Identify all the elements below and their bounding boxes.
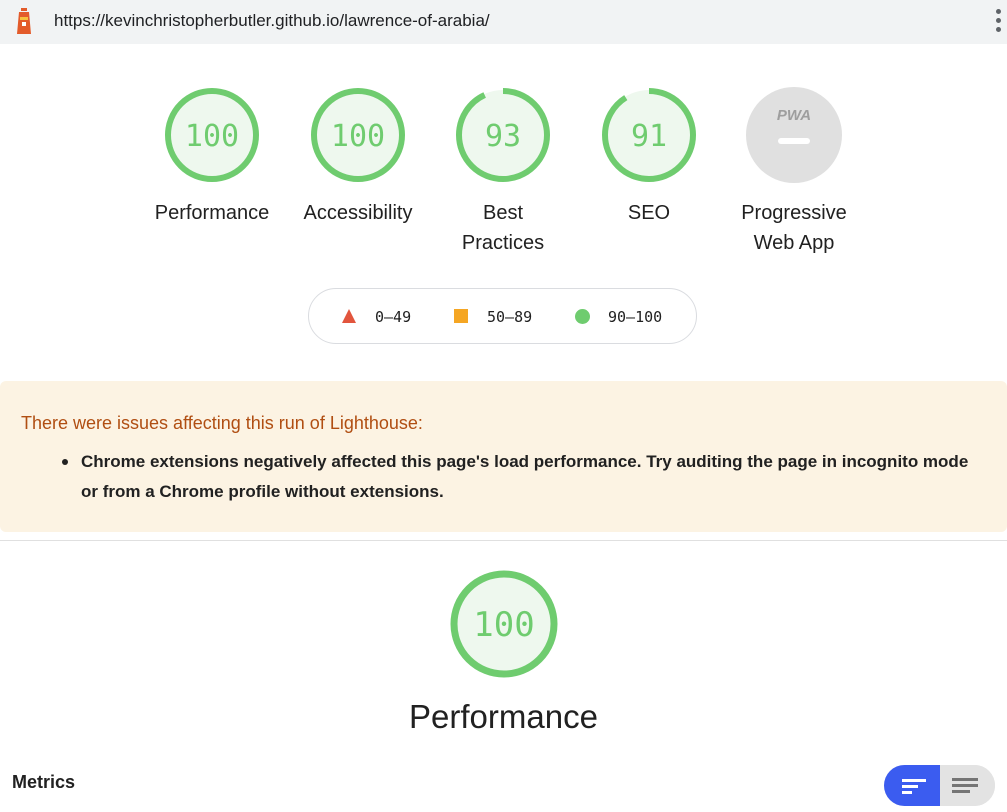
compact-view-icon: [902, 779, 926, 794]
score-ring: 93: [456, 88, 550, 182]
gauge-score: 93: [485, 119, 521, 154]
warning-item: Chrome extensions negatively affected th…: [81, 452, 969, 501]
category-score-gauge: 100: [450, 570, 558, 678]
url-text[interactable]: https://kevinchristopherbutler.github.io…: [54, 11, 490, 31]
expanded-view-button[interactable]: [940, 765, 995, 806]
score-legend: 0–49 50–89 90–100: [308, 288, 697, 344]
gauge-label-line: Progressive: [741, 202, 847, 224]
legend-average-range: 50–89: [487, 308, 533, 326]
gauge-score: 91: [631, 119, 667, 154]
gauge-label: Best Practices: [428, 198, 578, 258]
kebab-menu-icon[interactable]: [996, 9, 1004, 35]
score-ring: 100: [165, 88, 259, 182]
run-warnings: There were issues affecting this run of …: [0, 381, 1007, 532]
average-square-icon: [454, 309, 468, 323]
gauge-accessibility[interactable]: 100 Accessibility: [283, 86, 433, 228]
score-ring: 100: [311, 88, 405, 182]
pwa-badge-icon: PWA: [746, 87, 842, 183]
category-score: 100: [473, 605, 534, 645]
gauge-label-line: Practices: [461, 232, 545, 254]
lighthouse-icon: [17, 8, 31, 34]
gauge-performance[interactable]: 100 Performance: [137, 86, 287, 228]
expanded-view-icon: [952, 778, 978, 793]
gauge-label-line: Best: [482, 202, 524, 224]
divider: [0, 540, 1007, 541]
legend-pass-range: 90–100: [608, 308, 663, 326]
category-title: Performance: [409, 698, 598, 735]
legend-fail-range: 0–49: [375, 308, 412, 326]
pwa-badge-text: PWA: [777, 107, 811, 124]
bullet-icon: [62, 459, 68, 465]
gauge-score: 100: [331, 119, 385, 154]
gauge-label: Accessibility: [303, 202, 413, 224]
fail-triangle-icon: [342, 309, 356, 323]
gauge-pwa[interactable]: PWA Progressive Web App: [719, 86, 869, 258]
gauge-label: SEO: [627, 202, 671, 224]
metrics-view-toggle[interactable]: [884, 765, 995, 806]
score-ring: 91: [602, 88, 696, 182]
compact-view-button[interactable]: [884, 765, 940, 806]
warning-title: There were issues affecting this run of …: [21, 413, 423, 433]
pass-circle-icon: [575, 309, 590, 324]
gauge-best-practices[interactable]: 93 Best Practices: [428, 86, 578, 258]
gauge-label: Progressive Web App: [719, 198, 869, 258]
address-bar: https://kevinchristopherbutler.github.io…: [0, 0, 1007, 44]
gauge-label: Performance: [154, 202, 270, 224]
gauge-label-line: Web App: [753, 232, 835, 254]
metrics-heading: Metrics: [12, 772, 76, 792]
gauge-score: 100: [185, 119, 239, 154]
gauge-seo[interactable]: 91 SEO: [574, 86, 724, 228]
